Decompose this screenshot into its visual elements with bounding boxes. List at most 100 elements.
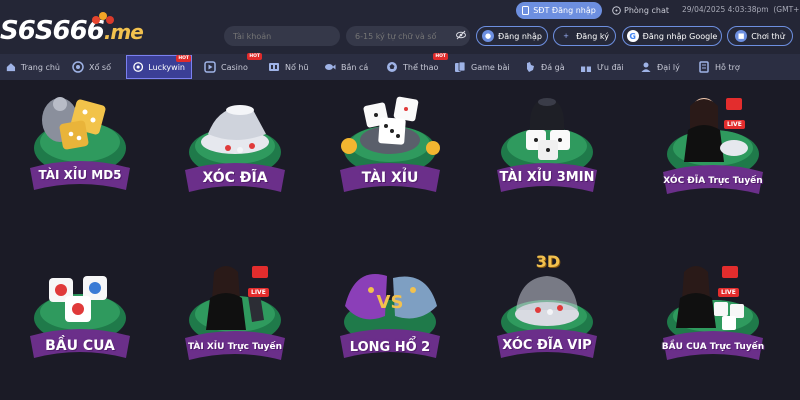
sports-icon [387,62,397,72]
game-tile-long-ho-2[interactable]: VS LONG HỔ 2 [315,256,465,396]
hot-badge: HOT [176,55,191,62]
chat-icon [612,6,621,15]
user-icon: ● [482,30,495,42]
phone-icon [522,6,530,15]
nav-item-home[interactable]: Trang chủ [0,54,66,80]
game-tile-tai-xiu-md5[interactable]: TÀI XỈU MD5 [5,90,155,230]
hot-badge: HOT [247,53,262,60]
register-label: Đăng ký [576,31,609,41]
gamepad-icon: ■ [735,30,748,42]
nav-item-lottery[interactable]: Xổ số [66,54,126,80]
logo-fruit-icon [92,12,116,26]
login-label: Đăng nhập [498,31,542,41]
nav-item-fishing[interactable]: Bắn cá [318,54,380,80]
nav-item-slots[interactable]: Nổ hũ [262,54,318,80]
game-tile-xoc-dia-live[interactable]: LIVE XÓC ĐĨA Trực Tuyến [638,90,788,230]
game-tile-tai-xiu-3min[interactable]: TÀI XỈU 3MIN [472,90,622,230]
main-nav: Trang chủ Xổ số Luckywin HOT Casino HOT … [0,53,800,80]
live-badge: LIVE [248,288,269,297]
agent-icon [641,62,651,72]
nav-label: Game bài [471,62,510,72]
game-title: TÀI XỈU Trực Tuyến [187,342,283,352]
nav-label: Casino [221,62,248,72]
datetime: 29/04/2025 4:03:38pm (GMT+7) [682,5,800,14]
lottery-icon [72,61,84,73]
password-input[interactable] [346,26,470,46]
game-title: BẦU CUA [45,338,115,354]
trial-label: Chơi thử [751,31,785,41]
fish-icon [325,64,336,70]
phone-login-button[interactable]: SĐT Đăng nhập [516,2,602,19]
live-dealer-icon [663,98,763,194]
eye-icon[interactable] [456,30,466,40]
live-dealer-icon [663,266,763,360]
login-button[interactable]: ● Đăng nhập [476,26,548,46]
rooster-icon [527,62,534,72]
game-title: TÀI XỈU 3MIN [499,170,595,185]
dice-cup-icon [30,97,130,190]
support-icon [699,61,709,73]
game-tile-tai-xiu-live[interactable]: LIVE TÀI XỈU Trực Tuyến [160,256,310,396]
nav-item-casino[interactable]: Casino HOT [198,53,262,80]
game-tile-bau-cua-live[interactable]: LIVE BẦU CUA Trực Tuyến [638,256,788,396]
nav-label: Bắn cá [341,62,369,72]
nav-label: Xổ số [89,62,111,72]
live-badge: LIVE [724,120,745,129]
game-title: TÀI XỈU MD5 [38,168,122,182]
live-badge: LIVE [718,288,739,297]
nav-item-agent[interactable]: Đại lý [634,54,692,80]
badge-3d: 3D [535,252,561,271]
nav-item-support[interactable]: Hỗ trợ [692,54,752,80]
nav-item-luckywin[interactable]: Luckywin HOT [126,55,192,79]
google-icon: G [626,30,639,42]
dragon-tiger-icon: VS [340,274,440,358]
hot-badge: HOT [433,53,448,60]
gift-icon [581,63,591,72]
home-icon [6,63,16,72]
dice-icon [340,96,440,192]
game-title: TÀI XỈU [361,170,419,186]
chat-room-label: Phòng chat [624,6,669,15]
casino-icon [204,61,216,73]
nav-item-sports[interactable]: Thể thao HOT [380,53,448,80]
dice-cup-icon [497,98,597,192]
chat-room-button[interactable]: Phòng chat [612,2,674,19]
username-input[interactable] [224,26,340,46]
register-button[interactable]: + Đăng ký [553,26,616,46]
add-user-icon: + [563,32,569,40]
nav-label: Đá gà [541,62,565,72]
game-title: XÓC ĐĨA VIP [502,338,592,353]
header: S6S666.me SĐT Đăng nhập Phòng chat 29/04… [0,0,800,54]
bau-cua-dice-icon [30,276,130,358]
disc-bowl-icon [185,105,285,192]
nav-label: Thể thao [403,62,439,72]
game-title: BẦU CUA Trực Tuyến [661,342,765,352]
nav-label: Hỗ trợ [715,62,740,72]
game-title: XÓC ĐĨA [202,170,268,186]
phone-login-label: SĐT Đăng nhập [533,6,596,15]
nav-item-promotions[interactable]: Ưu đãi [574,54,634,80]
nav-label: Ưu đãi [597,62,624,72]
nav-item-card-games[interactable]: Game bài [448,54,518,80]
nav-label: Luckywin [148,62,185,72]
live-dealer-icon [185,266,285,360]
game-tile-tai-xiu[interactable]: TÀI XỈU [315,90,465,230]
luckywin-icon [133,62,144,72]
nav-label: Nổ hũ [285,62,309,72]
game-tile-xoc-dia-vip[interactable]: 3D XÓC ĐĨA VIP [472,252,622,396]
nav-item-cockfight[interactable]: Đá gà [518,54,574,80]
game-title: XÓC ĐĨA Trực Tuyến [663,176,763,186]
game-tile-bau-cua[interactable]: BẦU CUA [5,256,155,396]
game-title: LONG HỔ 2 [349,340,431,355]
google-login-label: Đăng nhập Google [642,31,718,41]
google-login-button[interactable]: G Đăng nhập Google [622,26,722,46]
trial-button[interactable]: ■ Chơi thử [727,26,793,46]
nav-label: Trang chủ [20,62,60,72]
game-tile-xoc-dia[interactable]: XÓC ĐĨA [160,90,310,230]
slot-icon [269,63,279,71]
glass-bowl-icon [497,276,597,358]
cards-icon [455,61,466,72]
nav-label: Đại lý [657,62,680,72]
svg-text:VS: VS [377,292,404,313]
site-logo[interactable]: S6S666.me [0,12,144,48]
